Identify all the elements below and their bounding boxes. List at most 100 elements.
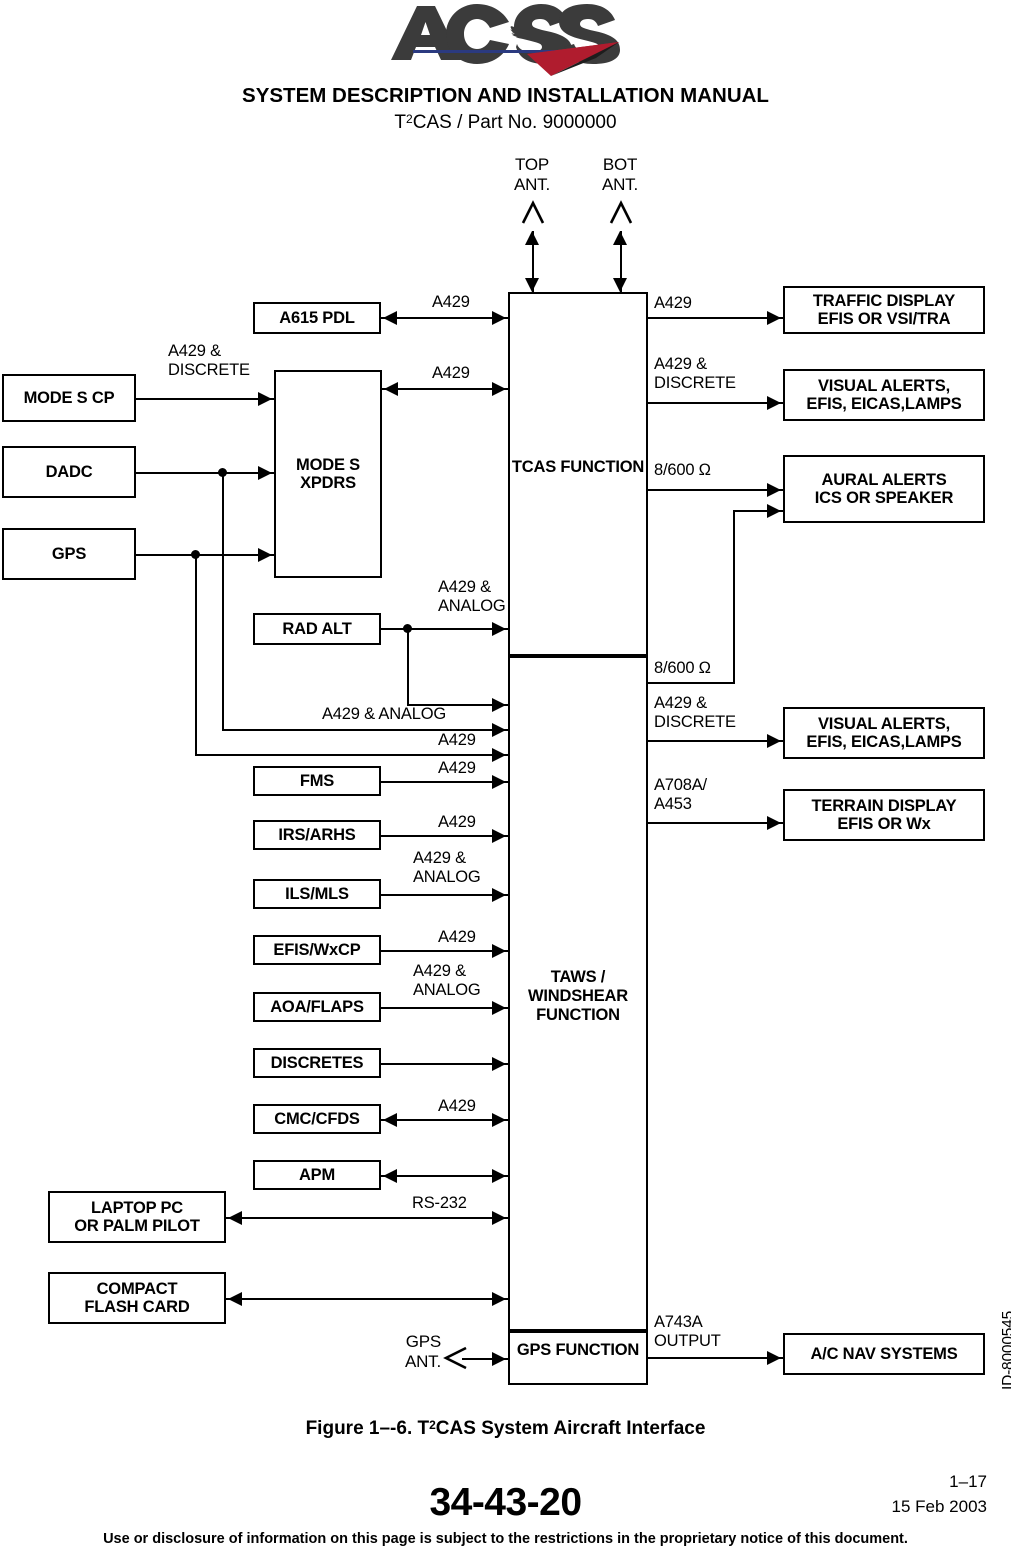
discretes-taws-arrow [492,1057,506,1071]
tcas-traffic-arrow [767,311,781,325]
laptop-taws-line [226,1217,508,1219]
xpdrs-tcas-arrow-left [384,382,398,396]
tcas-visual-line [648,402,783,404]
signal-pdl-a429: A429 [432,293,470,311]
top-antenna-icon [519,200,547,229]
document-page: SYSTEM DESCRIPTION AND INSTALLATION MANU… [0,0,1011,1558]
signal-tcas-visual: A429 & DISCRETE [654,355,736,392]
gps-taws-arrow [492,748,506,762]
pdl-arrow-right [492,311,506,325]
aoa-flaps-box: AOA/FLAPS [253,992,381,1022]
ils-mls-box: ILS/MLS [253,879,381,909]
compact-flash-card-box: COMPACT FLASH CARD [48,1272,226,1324]
taws-terrain-arrow [767,816,781,830]
fms-box: FMS [253,766,381,796]
doc-sub-post: CAS / Part No. 9000000 [412,112,617,133]
signal-aoa: A429 & ANALOG [413,962,481,999]
document-title: SYSTEM DESCRIPTION AND INSTALLATION MANU… [242,84,769,107]
signal-taws-visual: A429 & DISCRETE [654,694,736,731]
tcas-function-label: TCAS FUNCTION [511,458,645,476]
flash-taws-line [226,1298,508,1300]
signal-rs232: RS-232 [412,1194,467,1212]
figure-caption-post: CAS System Aircraft Interface [435,1418,706,1439]
cmc-cfds-box: CMC/CFDS [253,1104,381,1134]
radalt-tcas-line [381,628,508,630]
gps-box: GPS [2,528,136,580]
top-antenna-arrow-up [525,231,539,245]
efis-taws-line [381,950,508,952]
efis-wxcp-box: EFIS/WxCP [253,935,381,965]
tcas-visual-arrow [767,396,781,410]
taws-terrain-line [648,822,783,824]
signal-fms: A429 [438,759,476,777]
laptop-arrow-left [228,1211,242,1225]
laptop-pc-box: LAPTOP PC OR PALM PILOT [48,1191,226,1243]
signal-efis: A429 [438,928,476,946]
pdl-tcas-line [381,317,508,319]
tcas-aural-arrow [767,483,781,497]
signal-cmc: A429 [438,1097,476,1115]
irs-taws-line [381,835,508,837]
signal-taws-aural: 8/600 Ω [654,659,711,677]
gps-nav-arrow [767,1351,781,1365]
taws-aural-vline [733,510,735,684]
dadc-drop-line [222,472,224,729]
ils-taws-arrow [492,888,506,902]
revision-date: 15 Feb 2003 [891,1497,987,1516]
aoa-taws-line [381,1007,508,1009]
pdl-arrow-left [383,311,397,325]
doc-sub-sup: 2 [406,112,413,126]
top-antenna-label: TOP ANT. [513,155,551,194]
apm-box: APM [253,1160,381,1190]
signal-irs: A429 [438,813,476,831]
radalt-tcas-arrow [492,622,506,636]
ac-nav-systems-box: A/C NAV SYSTEMS [783,1333,985,1375]
gps-function-label: GPS FUNCTION [516,1341,640,1359]
laptop-arrow-right [492,1211,506,1225]
radalt-branch-line [407,628,409,704]
acss-logo-svg [390,4,620,76]
traffic-display-box: TRAFFIC DISPLAY EFIS OR VSI/TRA [783,286,985,334]
cp-xpdrs-arrow [258,392,272,406]
doc-sub-pre: T [394,112,407,133]
gps-xpdrs-arrow [258,548,272,562]
dadc-box: DADC [2,446,136,498]
signal-tcas-aural: 8/600 Ω [654,461,711,479]
cmc-arrow-left [383,1113,397,1127]
irs-taws-arrow [492,829,506,843]
figure-caption-sup: 2 [429,1418,436,1432]
bot-antenna-icon [607,200,635,229]
taws-aural-hline-bottom [648,682,733,684]
fms-taws-arrow [492,775,506,789]
fms-taws-line [381,781,508,783]
discretes-taws-line [381,1063,508,1065]
efis-taws-arrow [492,944,506,958]
tcas-function-box: TCAS FUNCTION [508,292,648,656]
gps-to-taws-line [195,754,508,756]
figure-caption-pre: Figure 1–‑6. T [305,1418,430,1439]
taws-function-box: TAWS / WINDSHEAR FUNCTION [508,656,648,1331]
document-subtitle: T2CAS / Part No. 9000000 [0,112,1011,134]
cp-xpdrs-line [136,398,274,400]
dadc-xpdrs-line [136,472,274,474]
gps-antenna-label: GPS ANT. [404,1332,441,1371]
signal-ils: A429 & ANALOG [413,849,481,886]
bot-antenna-arrow-up [613,231,627,245]
cmc-taws-line [381,1119,508,1121]
bot-antenna-arrow-down [613,278,627,292]
apm-arrow-right [492,1169,506,1183]
xpdrs-tcas-line [382,388,508,390]
apm-taws-line [381,1175,508,1177]
taws-aural-arrow [767,504,781,518]
radalt-taws-arrow [492,698,506,712]
aoa-taws-arrow [492,1001,506,1015]
gps-ant-arrow [492,1352,506,1366]
aural-alerts-box: AURAL ALERTS ICS OR SPEAKER [783,455,985,523]
acss-logo [0,2,1011,80]
irs-arhs-box: IRS/ARHS [253,820,381,850]
discretes-box: DISCRETES [253,1048,381,1078]
visual-alerts-taws-box: VISUAL ALERTS, EFIS, EICAS,LAMPS [783,707,985,759]
radalt-junction-dot [403,624,412,633]
dadc-junction-dot [218,468,227,477]
page-number: 1–17 [949,1472,987,1491]
